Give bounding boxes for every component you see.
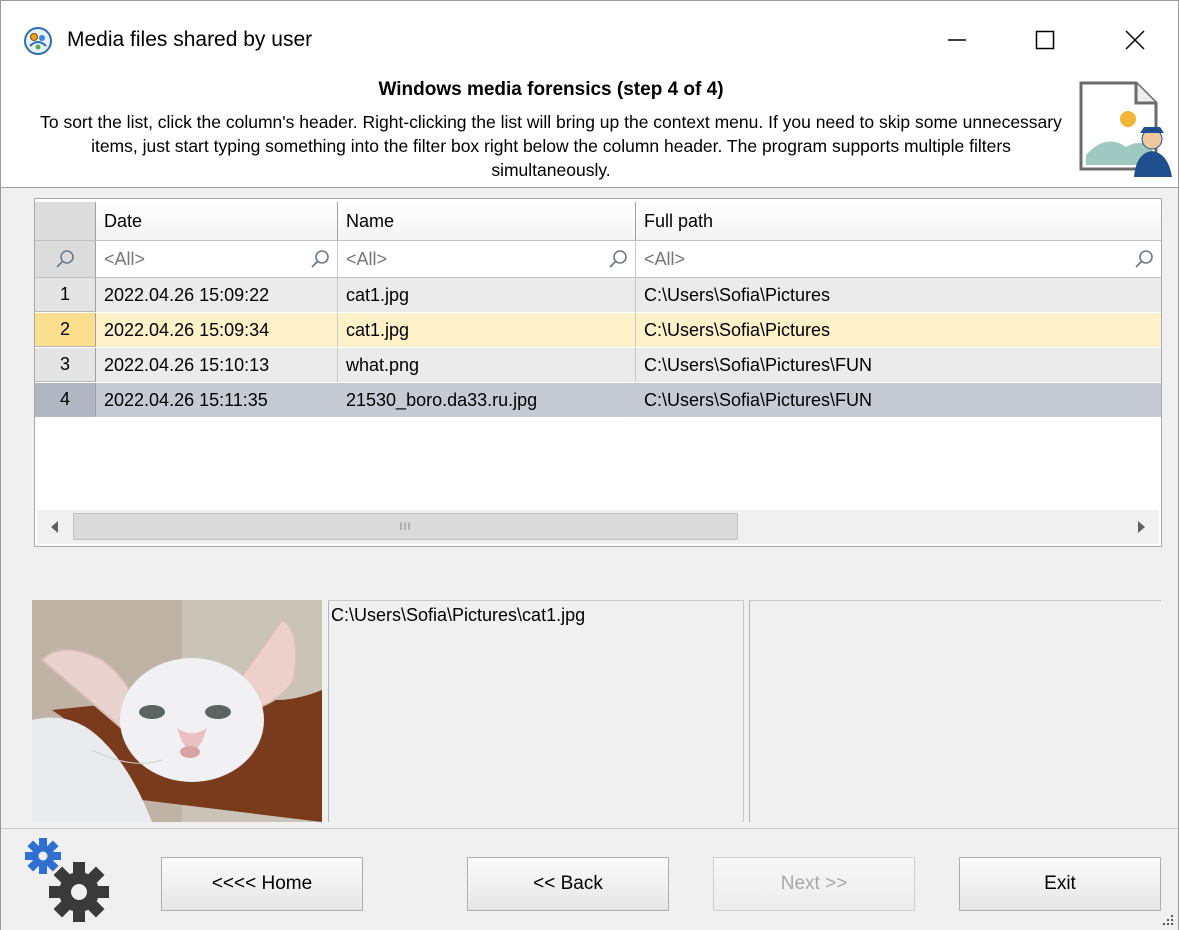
header-corner	[35, 202, 96, 240]
cell-name: cat1.jpg	[338, 313, 636, 347]
wizard-header: Windows media forensics (step 4 of 4) To…	[1, 77, 1178, 188]
close-button[interactable]	[1105, 19, 1165, 61]
exit-button[interactable]: Exit	[959, 857, 1161, 911]
cell-full-path: C:\Users\Sofia\Pictures	[644, 319, 831, 340]
window-title: Media files shared by user	[67, 28, 313, 51]
next-button[interactable]: Next >>	[713, 857, 915, 911]
scrollbar-thumb[interactable]: III	[73, 513, 738, 540]
scroll-left-button[interactable]	[37, 510, 71, 544]
selected-file-path: C:\Users\Sofia\Pictures\cat1.jpg	[328, 600, 744, 822]
cell-date: 2022.04.26 15:09:34	[96, 313, 338, 347]
arrow-right-icon	[1138, 521, 1145, 533]
home-button[interactable]: <<<< Home	[161, 857, 363, 911]
filter-search-icon	[35, 241, 96, 277]
cell-name: 21530_boro.da33.ru.jpg	[338, 383, 636, 417]
column-header-full-path[interactable]: Full path	[636, 202, 1161, 240]
scroll-right-button[interactable]	[1125, 510, 1159, 544]
cell-date: 2022.04.26 15:09:22	[96, 278, 338, 312]
filter-path-input[interactable]: <All>	[636, 241, 1161, 277]
search-icon	[311, 250, 329, 268]
table-row[interactable]: 2 2022.04.26 15:09:34 cat1.jpg C:\Users\…	[35, 313, 1161, 347]
table-header-row: Date Name Full path	[35, 202, 1161, 241]
cell-date: 2022.04.26 15:11:35	[96, 383, 338, 417]
image-preview	[32, 600, 322, 822]
filter-date-value: <All>	[104, 248, 146, 269]
column-header-name[interactable]: Name	[338, 202, 636, 240]
gears-icon	[25, 838, 109, 922]
minimize-icon	[948, 39, 966, 41]
table-row[interactable]: 3 2022.04.26 15:10:13 what.png C:\Users\…	[35, 348, 1161, 382]
cell-name: cat1.jpg	[338, 278, 636, 312]
details-panel	[749, 600, 1161, 822]
table-row[interactable]: 4 2022.04.26 15:11:35 21530_boro.da33.ru…	[35, 383, 1161, 417]
cell-full-path: C:\Users\Sofia\Pictures\FUN	[644, 354, 873, 375]
maximize-button[interactable]	[1015, 19, 1075, 61]
column-header-date[interactable]: Date	[96, 202, 338, 240]
cell-full-path: C:\Users\Sofia\Pictures	[644, 284, 831, 305]
cell-date: 2022.04.26 15:10:13	[96, 348, 338, 382]
close-icon	[1125, 30, 1145, 50]
media-forensics-icon	[1079, 81, 1172, 177]
filter-name-input[interactable]: <All>	[338, 241, 636, 277]
row-number: 4	[35, 383, 96, 417]
filter-path-value: <All>	[644, 248, 686, 269]
minimize-button[interactable]	[927, 19, 987, 61]
row-number: 3	[35, 348, 96, 382]
dialog-window: Media files shared by user Windows media…	[0, 0, 1179, 930]
media-files-table[interactable]: Date Name Full path <All> <All> <All> 1	[34, 198, 1162, 547]
row-number: 1	[35, 278, 96, 312]
cell-full-path: C:\Users\Sofia\Pictures\FUN	[644, 389, 873, 410]
title-bar[interactable]: Media files shared by user	[1, 1, 1178, 77]
search-icon	[609, 250, 627, 268]
resize-grip-icon[interactable]	[1159, 913, 1175, 927]
search-icon	[1135, 250, 1153, 268]
table-row[interactable]: 1 2022.04.26 15:09:22 cat1.jpg C:\Users\…	[35, 278, 1161, 312]
horizontal-scrollbar[interactable]: III	[37, 510, 1159, 544]
back-button[interactable]: << Back	[467, 857, 669, 911]
filter-row: <All> <All> <All>	[35, 241, 1161, 278]
app-icon	[24, 27, 52, 55]
arrow-left-icon	[51, 521, 58, 533]
wizard-step-title: Windows media forensics (step 4 of 4)	[378, 79, 724, 100]
filter-date-input[interactable]: <All>	[96, 241, 338, 277]
wizard-instructions: To sort the list, click the column's hea…	[40, 112, 1062, 180]
filter-name-value: <All>	[346, 248, 388, 269]
cell-name: what.png	[338, 348, 636, 382]
maximize-icon	[1035, 30, 1055, 50]
row-number: 2	[35, 313, 96, 347]
